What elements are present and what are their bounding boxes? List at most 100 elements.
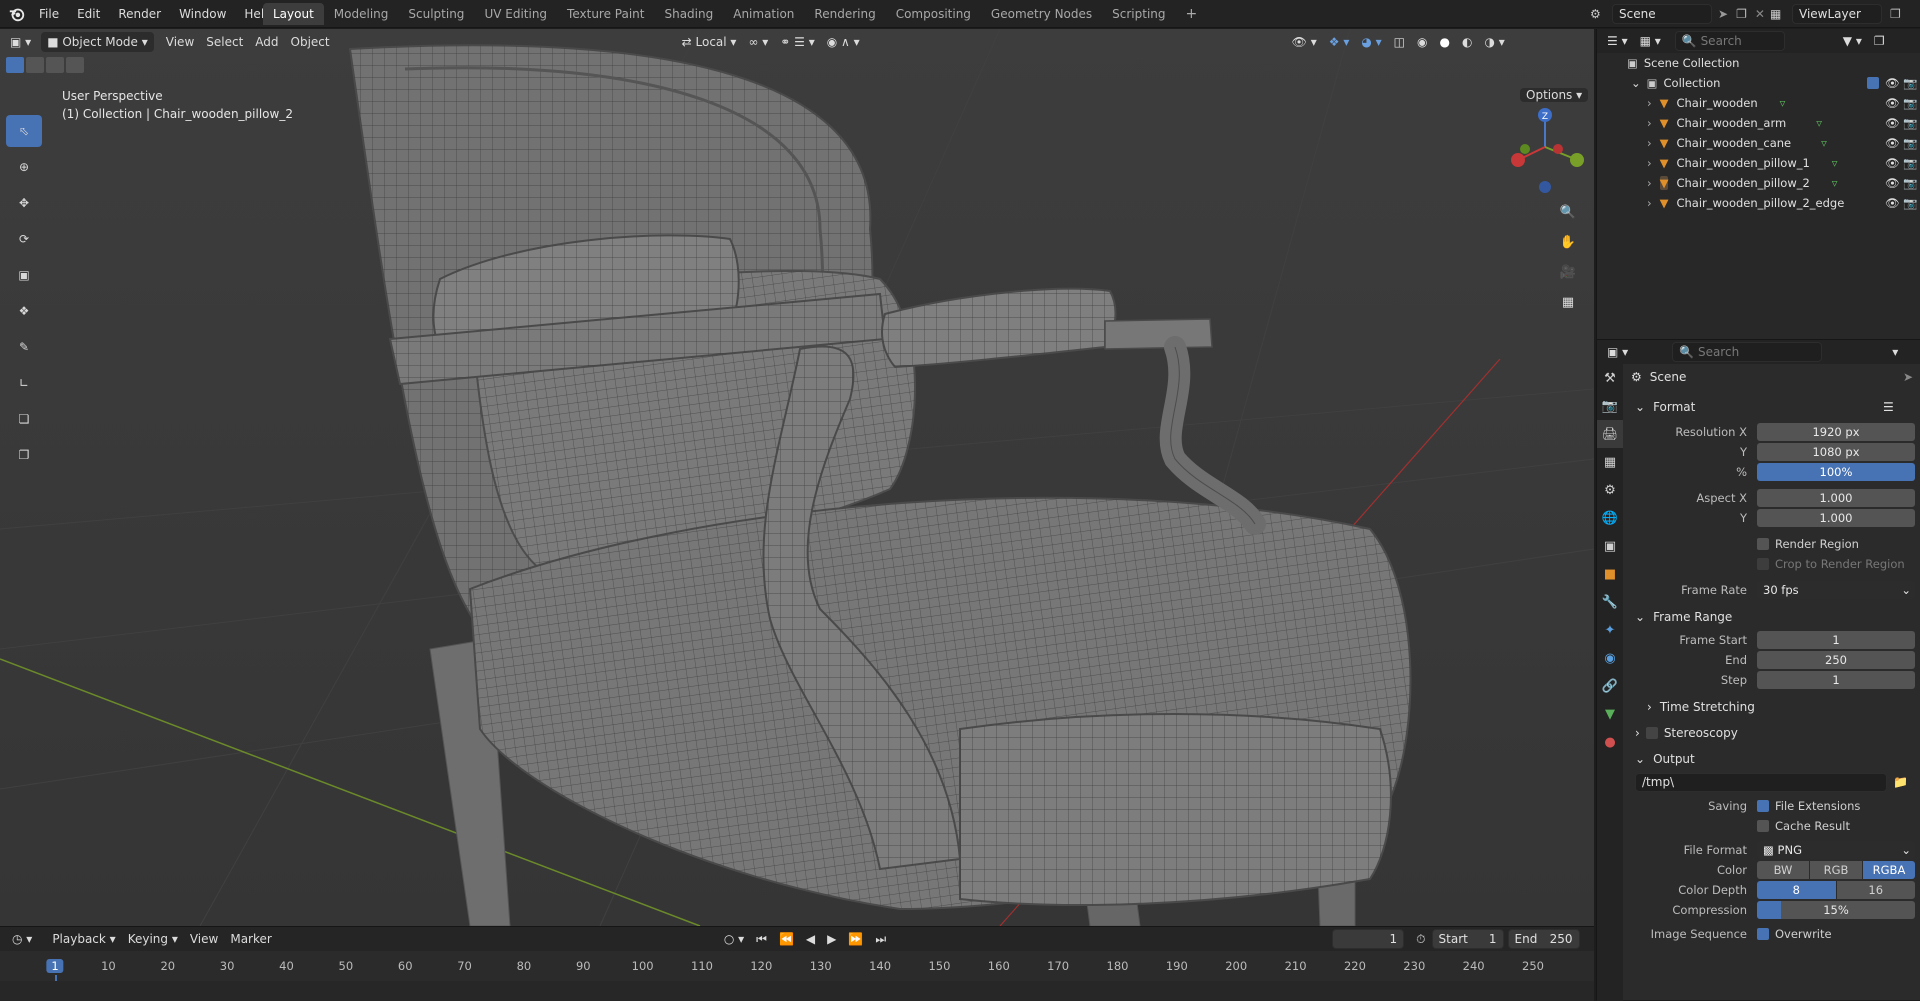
outliner-search-input[interactable]: 🔍 Search	[1674, 31, 1785, 51]
render-tab-icon[interactable]: 📷	[1597, 392, 1623, 420]
menu-window[interactable]: Window	[170, 7, 235, 21]
keying-menu[interactable]: Keying ▾	[122, 929, 184, 949]
file-format-dropdown[interactable]: ▩ PNG ⌄	[1757, 841, 1915, 859]
jump-end-icon[interactable]: ⏭	[869, 929, 892, 949]
view-layer-tab-icon[interactable]: ▦	[1597, 448, 1623, 476]
object-tab-icon[interactable]: ■	[1597, 560, 1623, 588]
current-frame-field[interactable]: 1	[1332, 929, 1405, 949]
physics-tab-icon[interactable]: ◉	[1597, 644, 1623, 672]
time-stretching-section-header[interactable]: › Time Stretching	[1627, 694, 1920, 720]
crop-checkbox[interactable]	[1757, 558, 1769, 570]
tab-rendering[interactable]: Rendering	[804, 3, 885, 25]
new-view-layer-icon[interactable]: ❐	[1890, 7, 1901, 21]
3d-viewport[interactable]: ▣ ▾ ■ Object Mode ▾ View Select Add Obje…	[0, 29, 1594, 926]
frame-step-field[interactable]: 1	[1757, 671, 1915, 689]
resolution-pct-field[interactable]: 100%	[1757, 463, 1915, 481]
frame-start-field[interactable]: 1	[1757, 631, 1915, 649]
select-menu[interactable]: Select	[200, 32, 249, 52]
expand-chevron-icon[interactable]: ›	[1647, 196, 1652, 210]
scene-field[interactable]: Scene	[1612, 4, 1712, 24]
resolution-y-field[interactable]: 1080 px	[1757, 443, 1915, 461]
timeline-ruler[interactable]: 1 10 20 30 40 50 60 70 80 90 100 110 120 130 140 150 160…	[0, 957, 1594, 1001]
pivot-icon[interactable]: ∞ ▾	[742, 32, 774, 52]
tab-modeling[interactable]: Modeling	[324, 3, 399, 25]
eye-icon[interactable]: 👁	[1885, 196, 1900, 210]
select-box-tool-icon[interactable]: ⬁	[6, 115, 42, 147]
mesh-data-icon[interactable]: ▿	[1816, 116, 1822, 130]
view-layer-field[interactable]: ViewLayer	[1792, 4, 1882, 24]
rotate-tool-icon[interactable]: ⟳	[6, 223, 42, 255]
timeline-track[interactable]	[0, 981, 1594, 1001]
zoom-icon[interactable]: 🔍	[1555, 199, 1581, 225]
presets-icon[interactable]: ☰	[1883, 400, 1894, 414]
eye-icon[interactable]: 👁	[1885, 156, 1900, 170]
eye-icon[interactable]: 👁	[1885, 96, 1900, 110]
expand-chevron-icon[interactable]: ›	[1647, 156, 1652, 170]
play-reverse-icon[interactable]: ◀	[800, 929, 821, 949]
outliner-object-row[interactable]: › ▼ Chair_wooden_cane ▿ 👁 📷	[1597, 133, 1920, 153]
playback-menu[interactable]: Playback ▾	[46, 929, 121, 949]
menu-file[interactable]: File	[30, 7, 68, 21]
record-icon[interactable]: ○ ▾	[718, 929, 750, 949]
properties-editor-icon[interactable]: ▣ ▾	[1601, 342, 1634, 362]
tool-tab-icon[interactable]: ⚒	[1597, 364, 1623, 392]
tab-animation[interactable]: Animation	[723, 3, 804, 25]
collection-exclude-checkbox[interactable]	[1867, 77, 1879, 89]
outliner-editor-icon[interactable]: ☰ ▾	[1601, 31, 1634, 51]
editor-type-icon[interactable]: ▣ ▾	[4, 32, 37, 52]
next-keyframe-icon[interactable]: ⏩	[842, 929, 869, 949]
expand-chevron-icon[interactable]: ›	[1647, 136, 1652, 150]
frame-end-field[interactable]: 250	[1757, 651, 1915, 669]
snap-icon[interactable]: ⚭ ☰ ▾	[774, 32, 820, 52]
color-rgba-button[interactable]: RGBA	[1863, 861, 1915, 879]
collection-row[interactable]: ⌄ ▣ Collection 👁 📷	[1597, 73, 1920, 93]
resolution-x-field[interactable]: 1920 px	[1757, 423, 1915, 441]
mesh-data-icon[interactable]: ▿	[1832, 156, 1838, 170]
tab-compositing[interactable]: Compositing	[886, 3, 981, 25]
output-path-input[interactable]: /tmp\	[1635, 772, 1887, 792]
output-section-header[interactable]: ⌄ Output	[1627, 746, 1920, 772]
output-tab-icon[interactable]: 🖨	[1597, 420, 1623, 448]
xray-icon[interactable]: ◫	[1388, 32, 1411, 52]
world-tab-icon[interactable]: 🌐	[1597, 504, 1623, 532]
select-extend-icon[interactable]	[26, 57, 44, 73]
eye-icon[interactable]: 👁	[1885, 76, 1900, 90]
add-cube-tool-icon[interactable]: ❏	[6, 403, 42, 435]
tab-shading[interactable]: Shading	[654, 3, 723, 25]
shading-wireframe-icon[interactable]: ◉	[1411, 32, 1433, 52]
render-camera-icon[interactable]: 📷	[1903, 116, 1917, 130]
expand-chevron-icon[interactable]: ›	[1647, 176, 1652, 190]
aspect-y-field[interactable]: 1.000	[1757, 509, 1915, 527]
measure-tool-icon[interactable]: ∟	[6, 367, 42, 399]
render-camera-icon[interactable]: 📷	[1903, 156, 1917, 170]
transform-tool-icon[interactable]: ❖	[6, 295, 42, 327]
select-new-icon[interactable]	[6, 57, 24, 73]
stopwatch-icon[interactable]: ⏱	[1410, 929, 1431, 949]
visibility-icon[interactable]: 👁 ▾	[1286, 32, 1323, 52]
filter-icon[interactable]: ▼ ▾	[1837, 31, 1868, 51]
render-camera-icon[interactable]: 📷	[1903, 176, 1917, 190]
render-camera-icon[interactable]: 📷	[1903, 96, 1917, 110]
depth-16-button[interactable]: 16	[1836, 881, 1915, 899]
mode-dropdown[interactable]: ■ Object Mode ▾	[41, 32, 154, 52]
constraints-tab-icon[interactable]: 🔗	[1597, 672, 1623, 700]
delete-scene-icon[interactable]: ✕	[1755, 7, 1765, 21]
end-frame-field[interactable]: End 250	[1507, 929, 1580, 949]
compression-slider[interactable]: 15%	[1757, 901, 1915, 919]
object-menu[interactable]: Object	[285, 32, 336, 52]
eye-icon[interactable]: 👁	[1885, 116, 1900, 130]
expand-chevron-icon[interactable]: ›	[1647, 116, 1652, 130]
aspect-x-field[interactable]: 1.000	[1757, 489, 1915, 507]
add-workspace-button[interactable]: +	[1176, 3, 1208, 25]
display-mode-icon[interactable]: ▦ ▾	[1634, 31, 1667, 51]
proportional-edit-icon[interactable]: ◉ ∧ ▾	[821, 32, 866, 52]
play-icon[interactable]: ▶	[821, 929, 842, 949]
orientation-dropdown[interactable]: ⇄ Local ▾	[676, 32, 743, 52]
overlay-toggle-icon[interactable]: ◕ ▾	[1355, 32, 1387, 52]
material-tab-icon[interactable]: ●	[1597, 728, 1623, 756]
tab-scripting[interactable]: Scripting	[1102, 3, 1175, 25]
eye-icon[interactable]: 👁	[1885, 136, 1900, 150]
outliner-object-row[interactable]: › ▼ Chair_wooden ▿ 👁 📷	[1597, 93, 1920, 113]
pin-icon[interactable]: ➤	[1718, 7, 1728, 21]
move-tool-icon[interactable]: ✥	[6, 187, 42, 219]
